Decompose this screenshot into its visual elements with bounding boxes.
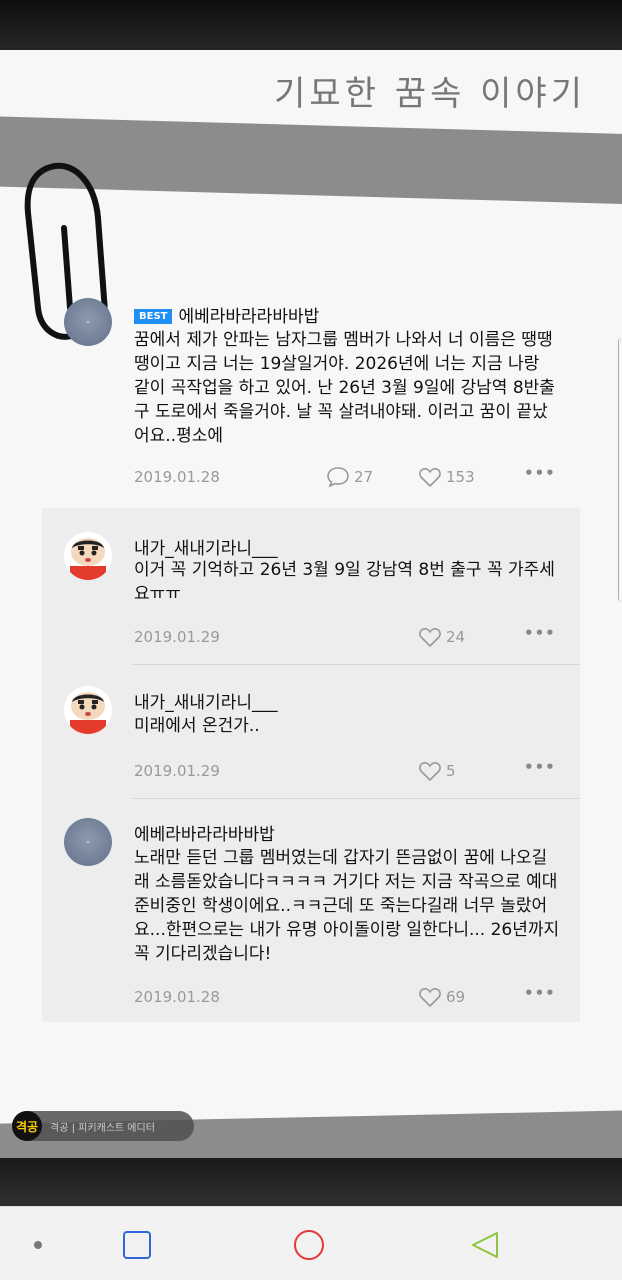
heart-icon <box>419 988 441 1008</box>
more-options-button[interactable]: ••• <box>524 758 556 776</box>
comment-meta: 2019.01.29 24 ••• <box>134 624 556 650</box>
avatar[interactable] <box>64 298 112 346</box>
home-icon[interactable] <box>294 1230 324 1260</box>
heart-icon <box>419 628 441 648</box>
divider <box>132 798 580 799</box>
bottom-dark-strip <box>0 1158 622 1206</box>
divider <box>132 664 580 665</box>
recent-apps-icon[interactable] <box>123 1231 151 1259</box>
author-name[interactable]: 에베라바라라바바밥 <box>178 307 319 327</box>
like-count: 24 <box>446 628 466 646</box>
more-options-button[interactable]: ••• <box>524 624 556 642</box>
comment-author[interactable]: 에베라바라라바바밥 <box>134 820 275 845</box>
avatar[interactable] <box>64 532 112 580</box>
comment-text: 이거 꼭 기억하고 26년 3월 9일 강남역 8번 출구 꼭 가주세요ㅠㅠ <box>134 560 555 604</box>
comment-author[interactable]: BEST 에베라바라라바바밥 <box>134 302 319 327</box>
like-button[interactable]: 69 <box>418 986 465 1008</box>
like-button[interactable]: 5 <box>418 760 456 782</box>
like-count: 69 <box>446 988 466 1006</box>
comment-author[interactable]: 내가_새내기라니___ <box>134 534 277 559</box>
shinchan-avatar-icon <box>64 686 112 734</box>
avatar[interactable] <box>64 818 112 866</box>
comment-author[interactable]: 내가_새내기라니___ <box>134 688 277 713</box>
like-count: 153 <box>446 468 475 486</box>
back-icon[interactable] <box>469 1229 501 1261</box>
top-dark-strip <box>0 0 622 50</box>
android-nav-bar <box>0 1206 622 1280</box>
comment-meta: 2019.01.28 69 ••• <box>134 984 556 1010</box>
shinchan-avatar-icon <box>64 532 112 580</box>
speech-bubble-icon <box>327 467 349 488</box>
comment-text: 미래에서 온건가.. <box>134 716 260 736</box>
comment-date: 2019.01.28 <box>134 468 220 486</box>
heart-icon <box>419 762 441 782</box>
comment-meta: 2019.01.29 5 ••• <box>134 758 556 784</box>
avatar[interactable] <box>64 686 112 734</box>
edge-panel-handle[interactable] <box>618 338 622 602</box>
like-button[interactable]: 153 <box>418 466 475 488</box>
best-badge: BEST <box>134 309 173 324</box>
paper-card: 기묘한 꿈속 이야기 BEST 에베라바라라바바밥 꿈에서 제가 안파는 남자그룹… <box>0 50 622 1158</box>
nav-dot-icon[interactable] <box>34 1241 42 1249</box>
reply-count: 27 <box>354 468 374 486</box>
comment-meta: 2019.01.28 27 153 ••• <box>134 464 556 490</box>
like-button[interactable]: 24 <box>418 626 465 648</box>
more-options-button[interactable]: ••• <box>524 984 556 1002</box>
comment-text: 꿈에서 제가 안파는 남자그룹 멤버가 나와서 너 이름은 땡땡땡이고 지금 너… <box>134 330 555 446</box>
comment-date: 2019.01.28 <box>134 988 220 1006</box>
more-options-button[interactable]: ••• <box>524 464 556 482</box>
comment-date: 2019.01.29 <box>134 762 220 780</box>
page-title: 기묘한 꿈속 이야기 <box>274 74 586 114</box>
watermark-logo: 격공 <box>12 1111 42 1141</box>
heart-icon <box>419 468 441 488</box>
watermark-text: 격공 | 피키캐스트 에디터 <box>50 1122 155 1134</box>
comment-text: 노래만 듣던 그룹 멤버였는데 갑자기 뜬금없이 꿈에 나오길래 소름돋았습니다… <box>134 848 560 964</box>
watermark-badge: 격공 격공 | 피키캐스트 에디터 <box>12 1111 194 1141</box>
comment-date: 2019.01.29 <box>134 628 220 646</box>
reply-button[interactable]: 27 <box>326 466 373 488</box>
like-count: 5 <box>446 762 456 780</box>
